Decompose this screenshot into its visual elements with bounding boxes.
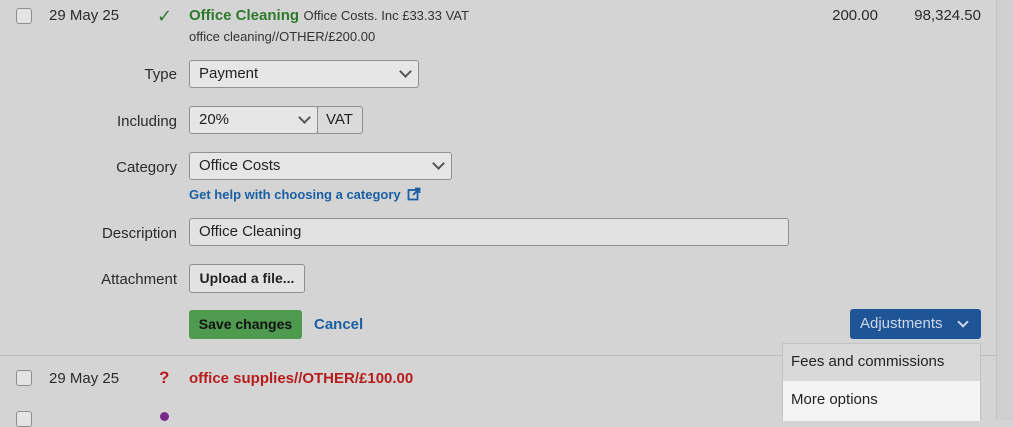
adjustments-button[interactable]: Adjustments — [850, 309, 981, 339]
transaction-reference[interactable]: office supplies//OTHER/£100.00 — [189, 370, 413, 387]
category-select-value: Office Costs — [199, 157, 281, 174]
save-changes-button[interactable]: Save changes — [189, 310, 302, 339]
transaction-date: 29 May 25 — [49, 7, 120, 24]
chevron-down-icon — [298, 111, 311, 124]
vat-button[interactable]: VAT — [317, 106, 363, 134]
cancel-link[interactable]: Cancel — [314, 316, 363, 333]
transaction-amount: 200.00 — [832, 7, 878, 24]
transaction-reference: office cleaning//OTHER/£200.00 — [189, 29, 376, 44]
upload-file-button[interactable]: Upload a file... — [189, 264, 305, 293]
scrollbar[interactable] — [996, 0, 1013, 420]
chevron-down-icon — [399, 65, 412, 78]
category-select[interactable]: Office Costs — [189, 152, 452, 180]
vat-rate-select[interactable]: 20% — [189, 106, 318, 134]
external-link-icon — [407, 187, 421, 201]
adjustments-menu: Fees and commissions More options — [782, 343, 981, 421]
attachment-label: Attachment — [101, 271, 177, 288]
transaction-title[interactable]: Office Cleaning — [189, 7, 299, 24]
transaction-summary: Office Costs. Inc £33.33 VAT — [303, 8, 469, 23]
chevron-down-icon — [957, 316, 969, 328]
chevron-down-icon — [432, 157, 445, 170]
row-checkbox[interactable] — [16, 411, 32, 427]
including-label: Including — [116, 113, 177, 130]
transaction-balance: 98,324.50 — [914, 7, 981, 24]
description-label: Description — [101, 225, 177, 242]
category-help-link[interactable]: Get help with choosing a category — [189, 187, 421, 202]
row-checkbox[interactable] — [16, 8, 32, 24]
type-label: Type — [144, 66, 177, 83]
menu-item-fees-and-commissions[interactable]: Fees and commissions — [783, 345, 980, 379]
description-input-value: Office Cleaning — [199, 223, 302, 240]
transaction-title-line: Office Cleaning Office Costs. Inc £33.33… — [189, 7, 469, 25]
transaction-date: 29 May 25 — [49, 370, 120, 387]
uncategorised-question-icon: ? — [159, 368, 170, 387]
row-checkbox[interactable] — [16, 370, 32, 386]
menu-item-more-options[interactable]: More options — [783, 381, 980, 421]
upload-file-button-label: Upload a file... — [199, 270, 295, 286]
category-label: Category — [116, 159, 177, 176]
adjustments-button-label: Adjustments — [860, 315, 943, 332]
description-input[interactable]: Office Cleaning — [189, 218, 789, 246]
vat-button-label: VAT — [326, 111, 353, 128]
category-help-link-label: Get help with choosing a category — [189, 187, 401, 202]
vat-rate-value: 20% — [199, 111, 230, 128]
save-changes-button-label: Save changes — [198, 316, 293, 332]
type-select-value: Payment — [199, 65, 259, 82]
reconciled-check-icon: ✓ — [157, 6, 173, 26]
type-select[interactable]: Payment — [189, 60, 419, 88]
